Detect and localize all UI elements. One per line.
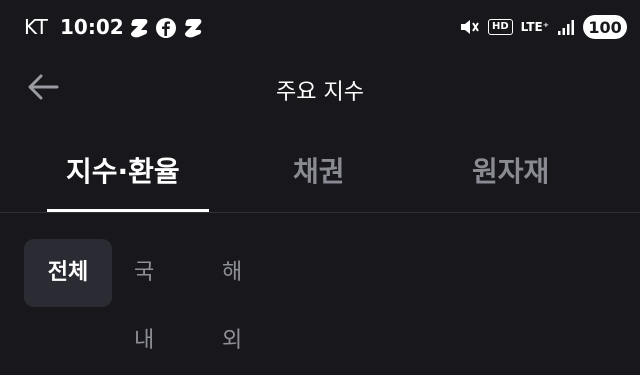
tab-index-exchange[interactable]: 지수·환율 [66, 150, 180, 190]
hd-icon: HD [488, 19, 513, 35]
talk-icon [131, 19, 148, 38]
notification-icons [128, 17, 204, 39]
talk-icon [185, 19, 202, 38]
lte-plus-icon: LTE⁺ [520, 20, 550, 34]
status-bar: KT 10:02 HD LTE⁺ 100 [0, 0, 640, 58]
clock: 10:02 [60, 15, 124, 39]
signal-icon [558, 20, 575, 35]
carrier-label: KT [24, 15, 48, 39]
page-title: 주요 지수 [276, 80, 364, 105]
chip-overseas[interactable]: 해외 [222, 239, 242, 353]
mute-vibrate-icon [461, 20, 479, 34]
system-icons: HD LTE⁺ 100 [458, 15, 628, 39]
chip-domestic[interactable]: 국내 [134, 239, 154, 353]
battery-indicator: 100 [583, 15, 628, 39]
tab-divider [0, 212, 640, 213]
main-tab-bar: 지수·환율 채권 원자재 [0, 140, 640, 214]
tab-commodities[interactable]: 원자재 [472, 150, 549, 190]
page-header: 주요 지수 [0, 58, 640, 116]
tab-bonds[interactable]: 채권 [293, 150, 345, 190]
chip-all[interactable]: 전체 [24, 239, 112, 307]
facebook-icon [156, 18, 176, 38]
